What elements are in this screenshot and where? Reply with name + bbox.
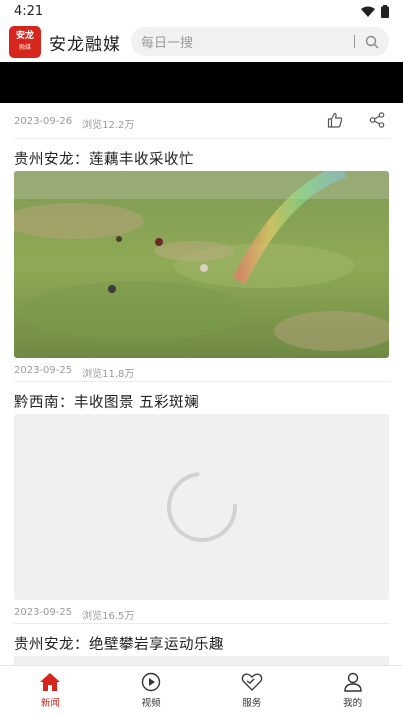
video-player[interactable]	[0, 62, 403, 103]
article-meta: 2023-09-25 浏览16.5万	[14, 607, 134, 622]
nav-label: 新闻	[40, 698, 60, 709]
article-date: 2023-09-25	[14, 607, 73, 618]
article-meta: 2023-09-26 浏览12.2万	[14, 116, 134, 131]
article-image-lotus-field[interactable]	[14, 171, 389, 358]
nav-label: 服务	[242, 698, 262, 709]
user-icon	[343, 672, 362, 692]
article-meta: 2023-09-25 浏览11.8万	[14, 365, 134, 380]
nav-item-profile[interactable]: 我的	[302, 666, 403, 717]
status-bar: 4:21	[0, 0, 403, 22]
status-time: 4:21	[14, 3, 44, 19]
search-placeholder: 每日一搜	[141, 36, 194, 51]
nav-item-video[interactable]: 视频	[101, 666, 202, 717]
battery-icon	[381, 4, 389, 18]
article-views: 浏览11.8万	[82, 369, 135, 380]
article-date: 2023-09-26	[14, 116, 73, 127]
article-views: 浏览16.5万	[82, 611, 135, 622]
article-views: 浏览12.2万	[82, 120, 135, 131]
nav-item-service[interactable]: 服务	[202, 666, 303, 717]
home-icon	[40, 673, 61, 691]
article-actions	[327, 112, 385, 128]
nav-label: 我的	[343, 698, 363, 709]
search-icon[interactable]	[365, 35, 379, 49]
logo-sub: 融媒	[18, 44, 31, 51]
search-divider	[354, 35, 355, 48]
article-title[interactable]: 贵州安龙：莲藕丰收采收忙	[14, 148, 194, 169]
thumbs-up-icon[interactable]	[327, 112, 343, 128]
divider	[14, 138, 389, 139]
article-title[interactable]: 贵州安龙：绝壁攀岩享运动乐趣	[14, 633, 224, 654]
app-logo: 安龙 融媒	[9, 26, 41, 58]
nav-label: 视频	[141, 698, 161, 709]
search-input[interactable]: 每日一搜	[131, 27, 389, 56]
wifi-icon	[361, 6, 375, 17]
article-title[interactable]: 黔西南：丰收图景 五彩斑斓	[14, 391, 199, 412]
app-title: 安龙融媒	[49, 34, 121, 55]
bottom-nav: 新闻 视频 服务 我的	[0, 665, 403, 717]
divider	[14, 623, 389, 624]
app-header: 安龙 融媒 安龙融媒 每日一搜	[0, 22, 403, 62]
loading-spinner	[152, 457, 251, 557]
nav-item-news[interactable]: 新闻	[0, 666, 101, 717]
play-icon	[141, 672, 161, 692]
article-image-loading[interactable]	[14, 414, 389, 600]
status-icons	[361, 4, 389, 18]
article-date: 2023-09-25	[14, 365, 73, 376]
share-icon[interactable]	[369, 112, 385, 128]
logo-text: 安龙	[15, 31, 34, 41]
divider	[14, 381, 389, 382]
heart-icon	[241, 673, 263, 691]
